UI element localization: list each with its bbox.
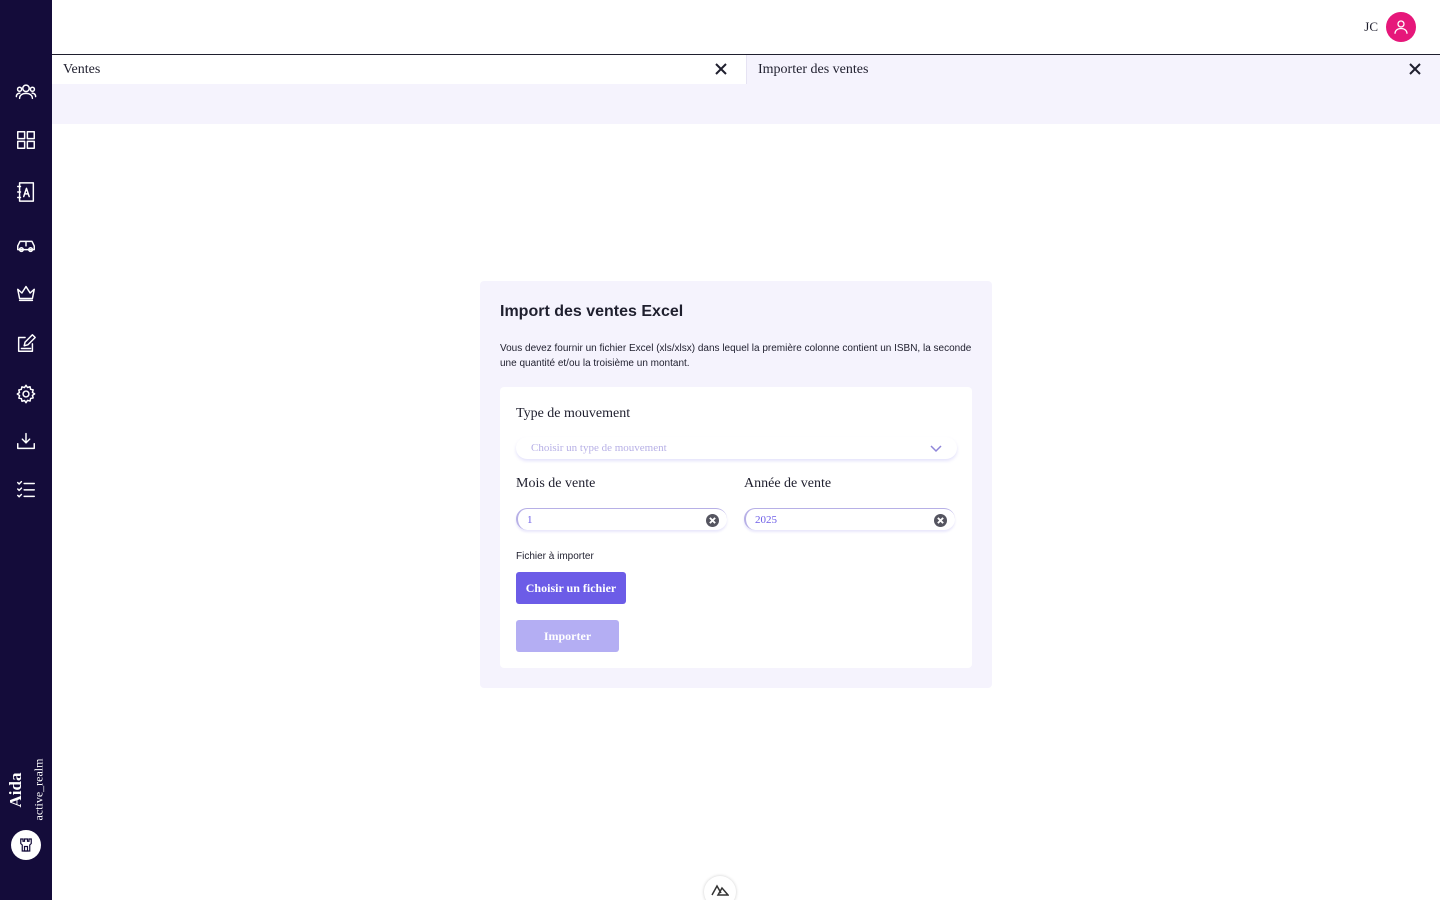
tab-label: Ventes [63, 61, 101, 77]
import-button[interactable]: Importer [516, 620, 619, 652]
sale-month-input[interactable]: 1 [516, 508, 727, 530]
realm-logo-icon[interactable] [11, 830, 41, 860]
download-icon[interactable] [14, 429, 38, 453]
movement-type-select[interactable]: Choisir un type de mouvement [516, 437, 957, 459]
file-label: Fichier à importer [516, 551, 594, 562]
sale-year-value: 2025 [755, 514, 777, 526]
sale-month-label: Mois de vente [516, 476, 596, 491]
brand: Aida active_realm [6, 752, 48, 824]
brand-name: Aida [6, 772, 25, 808]
choose-file-button[interactable]: Choisir un fichier [516, 572, 626, 604]
nuxt-devtools-icon[interactable] [704, 876, 736, 900]
edit-document-icon[interactable] [14, 331, 38, 355]
sale-month-value: 1 [527, 514, 533, 526]
clear-icon[interactable] [706, 514, 719, 527]
user-initials: JC [1364, 19, 1378, 34]
sale-year-label: Année de vente [744, 476, 832, 491]
car-icon[interactable] [14, 233, 38, 257]
tab-label: Importer des ventes [758, 61, 869, 77]
card-title: Import des ventes Excel [500, 303, 684, 320]
checklist-icon[interactable] [14, 477, 38, 501]
close-icon[interactable] [714, 62, 728, 76]
import-card: Import des ventes Excel Vous devez fourn… [480, 281, 992, 688]
crown-icon[interactable] [14, 281, 38, 305]
top-bar: JC [52, 0, 1440, 55]
clear-icon[interactable] [934, 514, 947, 527]
avatar[interactable] [1386, 12, 1416, 42]
sidebar: Aida active_realm [0, 0, 52, 900]
sale-year-input[interactable]: 2025 [744, 508, 955, 530]
user-icon [1394, 20, 1408, 34]
chevron-down-icon [929, 441, 943, 455]
dashboard-grid-icon[interactable] [14, 128, 38, 152]
users-icon[interactable] [14, 80, 38, 104]
realm-name: active_realm [31, 758, 46, 821]
tab-content-header [52, 84, 1440, 124]
tab-importer-des-ventes[interactable]: Importer des ventes [746, 55, 1440, 84]
import-form: Type de mouvement Choisir un type de mou… [500, 387, 972, 668]
tab-bar: Ventes Importer des ventes [52, 55, 1440, 84]
movement-type-label: Type de mouvement [516, 406, 631, 421]
tab-ventes[interactable]: Ventes [52, 55, 746, 84]
movement-type-placeholder: Choisir un type de mouvement [531, 442, 667, 454]
gear-icon[interactable] [14, 382, 38, 406]
contacts-book-icon[interactable] [14, 180, 38, 204]
card-description: Vous devez fournir un fichier Excel (xls… [500, 343, 972, 369]
close-icon[interactable] [1408, 62, 1422, 76]
